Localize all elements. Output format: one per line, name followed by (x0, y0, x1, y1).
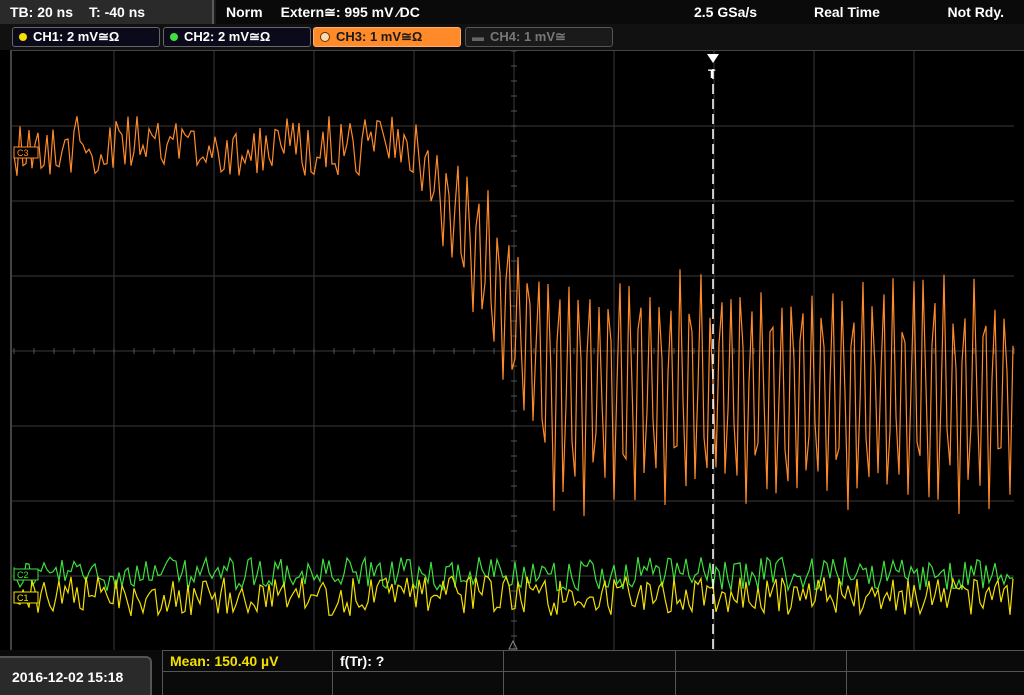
ch4-off-icon: ▬ (472, 30, 484, 44)
svg-text:C1: C1 (17, 593, 29, 603)
ch2-button[interactable]: CH2: 2 mV≅Ω (163, 27, 311, 47)
channel-bar: CH1: 2 mV≅Ω CH2: 2 mV≅Ω CH3: 1 mV≅Ω ▬ CH… (0, 24, 1024, 50)
waveform-display[interactable]: T C3 C2 C1 (10, 50, 1024, 652)
trigger-time-value: T: -40 ns (89, 4, 146, 20)
measurement-bar: Mean: 150.40 µV f(Tr): ? (0, 650, 1024, 695)
svg-text:C2: C2 (17, 570, 29, 580)
trigger-bottom-icon (508, 639, 518, 650)
ch2-indicator-icon (170, 33, 178, 41)
ch2-label: CH2: 2 mV≅Ω (184, 29, 271, 44)
fall-time-measurement[interactable]: f(Tr): ? (340, 653, 384, 669)
meas-divider-top (162, 650, 1024, 651)
ch3-button[interactable]: CH3: 1 mV≅Ω (313, 27, 461, 47)
meas-divider-1 (332, 650, 333, 695)
waveform-canvas: T C3 C2 C1 (12, 50, 1015, 652)
meas-divider-mid (162, 671, 1024, 672)
ch1-indicator-icon (19, 33, 27, 41)
timebase-panel[interactable]: TB: 20 ns T: -40 ns (0, 0, 214, 24)
ch3-label: CH3: 1 mV≅Ω (336, 29, 423, 44)
meas-divider-4 (846, 650, 847, 695)
trigger-marker-label: T (708, 67, 716, 81)
ch4-label: CH4: 1 mV≅ (490, 29, 566, 44)
ch3-offset-marker[interactable]: C3 (13, 146, 39, 159)
ch1-offset-marker[interactable]: C1 (13, 591, 39, 604)
trigger-panel[interactable]: Norm Extern≅: 995 mV ⁄DC (216, 0, 736, 24)
datetime-display: 2016-12-02 15:18 (0, 656, 152, 695)
mean-measurement[interactable]: Mean: 150.40 µV (170, 653, 278, 669)
datetime-label: 2016-12-02 15:18 (12, 668, 124, 685)
sample-rate: 2.5 GSa/s (694, 4, 758, 20)
run-status: Not Rdy. (947, 4, 1004, 20)
meas-divider-2 (503, 650, 504, 695)
timebase-value: TB: 20 ns (10, 4, 74, 20)
ch2-offset-marker[interactable]: C2 (13, 568, 39, 581)
trigger-mode: Norm (226, 4, 263, 20)
meas-divider-3 (675, 650, 676, 695)
top-status-bar: TB: 20 ns T: -40 ns Norm Extern≅: 995 mV… (0, 0, 1024, 24)
acquisition-panel[interactable]: 2.5 GSa/s Real Time Not Rdy. (690, 0, 1024, 24)
acquisition-mode: Real Time (814, 4, 880, 20)
ch3-indicator-icon (320, 32, 330, 42)
ch4-button[interactable]: ▬ CH4: 1 mV≅ (465, 27, 613, 47)
graticule (12, 50, 1015, 652)
trigger-position-icon[interactable] (707, 54, 719, 63)
ch1-label: CH1: 2 mV≅Ω (33, 29, 120, 44)
meas-divider-left (162, 650, 163, 695)
trigger-source: Extern≅: 995 mV ⁄DC (280, 3, 420, 20)
svg-text:C3: C3 (17, 148, 29, 158)
ch1-button[interactable]: CH1: 2 mV≅Ω (12, 27, 160, 47)
